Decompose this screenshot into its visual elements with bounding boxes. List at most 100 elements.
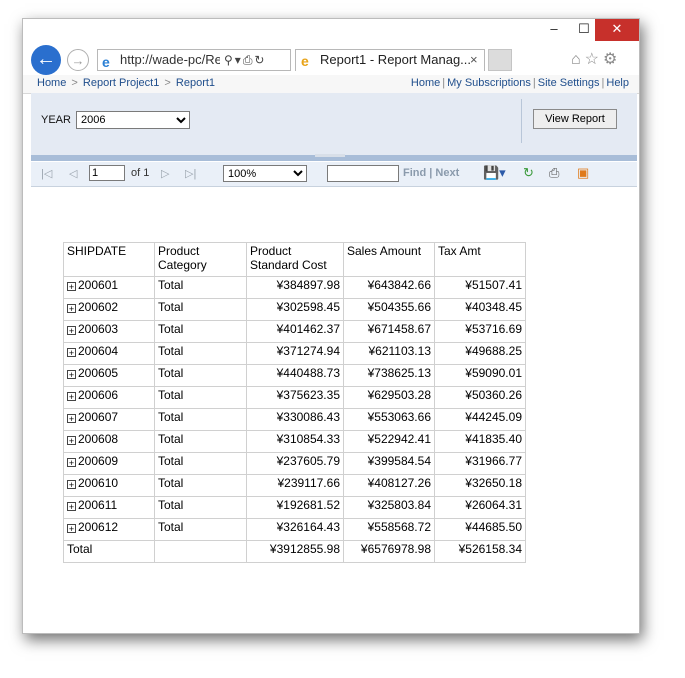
sales-cell: ¥408127.26 — [343, 474, 435, 497]
expand-icon[interactable]: + — [67, 282, 76, 292]
report-toolbar: |◁ ◁ of 1 ▷ ▷| 100% Find | Next 💾▾ ↻ ⎙ ▣ — [31, 162, 637, 187]
table-header-row: SHIPDATE Product Category Product Standa… — [63, 242, 526, 277]
expand-icon[interactable]: + — [67, 436, 76, 446]
zoom-select[interactable]: 100% — [223, 165, 307, 182]
save-export-icon[interactable]: 💾▾ — [483, 165, 506, 181]
next-link[interactable]: Next — [435, 167, 459, 179]
shipdate-cell: +200601 — [63, 276, 155, 299]
header-product-standard-cost: Product Standard Cost — [246, 242, 344, 277]
tax-cell: ¥32650.18 — [434, 474, 526, 497]
expand-icon[interactable]: + — [67, 414, 76, 424]
find-input[interactable] — [327, 165, 399, 182]
expand-icon[interactable]: + — [67, 392, 76, 402]
cost-cell: ¥302598.45 — [246, 298, 344, 321]
shipdate-value: 200605 — [78, 366, 119, 380]
breadcrumb-report[interactable]: Report1 — [176, 77, 215, 89]
total-cost: ¥3912855.98 — [246, 540, 344, 563]
sales-cell: ¥738625.13 — [343, 364, 435, 387]
breadcrumb-separator: > — [71, 77, 78, 89]
minimize-button[interactable]: – — [539, 19, 569, 41]
find-link[interactable]: Find — [403, 167, 426, 179]
shipdate-cell: +200603 — [63, 320, 155, 343]
favorites-star-icon[interactable]: ☆ — [585, 51, 603, 68]
header-product-category: Product Category — [154, 242, 247, 277]
category-cell: Total — [154, 298, 247, 321]
category-cell — [154, 540, 247, 563]
address-bar[interactable]: e http://wade-pc/Re ⚲▾⎙↻ — [97, 49, 291, 71]
table-row: +200603 Total ¥401462.37 ¥671458.67 ¥537… — [63, 320, 526, 343]
tax-cell: ¥44245.09 — [434, 408, 526, 431]
category-cell: Total — [154, 320, 247, 343]
parameter-panel: YEAR 2006 View Report — [31, 93, 637, 161]
category-cell: Total — [154, 276, 247, 299]
breadcrumb-home[interactable]: Home — [37, 77, 66, 89]
tax-cell: ¥26064.31 — [434, 496, 526, 519]
shipdate-value: 200609 — [78, 454, 119, 468]
view-report-button[interactable]: View Report — [533, 109, 617, 129]
collapse-handle[interactable] — [315, 154, 345, 157]
shipdate-value: 200604 — [78, 344, 119, 358]
my-subscriptions-link[interactable]: My Subscriptions — [447, 77, 531, 89]
find-separator: | — [429, 167, 433, 179]
link-separator: | — [532, 77, 536, 89]
sales-cell: ¥522942.41 — [343, 430, 435, 453]
back-button[interactable]: ← — [31, 45, 61, 75]
home-link[interactable]: Home — [411, 77, 440, 89]
expand-icon[interactable]: + — [67, 458, 76, 468]
browser-nav-bar: ← → e http://wade-pc/Re ⚲▾⎙↻ e Report1 -… — [23, 43, 639, 75]
new-tab-button[interactable] — [488, 49, 512, 71]
shipdate-value: 200601 — [78, 278, 119, 292]
expand-icon[interactable]: + — [67, 348, 76, 358]
category-cell: Total — [154, 518, 247, 541]
expand-icon[interactable]: + — [67, 370, 76, 380]
expand-icon[interactable]: + — [67, 326, 76, 336]
site-settings-link[interactable]: Site Settings — [538, 77, 600, 89]
sales-cell: ¥504355.66 — [343, 298, 435, 321]
previous-page-icon[interactable]: ◁ — [69, 167, 77, 180]
cost-cell: ¥326164.43 — [246, 518, 344, 541]
tax-cell: ¥44685.50 — [434, 518, 526, 541]
page-number-input[interactable] — [89, 165, 125, 181]
ie-logo-icon: e — [301, 53, 309, 69]
table-row: +200608 Total ¥310854.33 ¥522942.41 ¥418… — [63, 430, 526, 453]
address-tools-icon[interactable]: ⚲▾⎙↻ — [224, 50, 266, 70]
shipdate-cell: +200609 — [63, 452, 155, 475]
shipdate-cell: +200612 — [63, 518, 155, 541]
shipdate-cell: +200607 — [63, 408, 155, 431]
browser-tab[interactable]: e Report1 - Report Manag... × — [295, 49, 485, 71]
year-label: YEAR — [41, 114, 71, 126]
expand-icon[interactable]: + — [67, 502, 76, 512]
expand-icon[interactable]: + — [67, 480, 76, 490]
forward-button[interactable]: → — [67, 49, 89, 71]
next-page-icon[interactable]: ▷ — [161, 167, 169, 180]
cost-cell: ¥330086.43 — [246, 408, 344, 431]
atom-feed-icon[interactable]: ▣ — [577, 165, 589, 181]
last-page-icon[interactable]: ▷| — [185, 167, 196, 180]
breadcrumb-project[interactable]: Report Project1 — [83, 77, 159, 89]
first-page-icon[interactable]: |◁ — [41, 167, 52, 180]
shipdate-cell: +200605 — [63, 364, 155, 387]
category-cell: Total — [154, 496, 247, 519]
breadcrumb: Home > Report Project1 > Report1 — [37, 75, 215, 91]
print-icon[interactable]: ⎙ — [549, 165, 559, 181]
year-select[interactable]: 2006 — [76, 111, 190, 129]
shipdate-value: 200608 — [78, 432, 119, 446]
cost-cell: ¥237605.79 — [246, 452, 344, 475]
gear-icon[interactable]: ⚙ — [603, 51, 621, 68]
table-row: +200611 Total ¥192681.52 ¥325803.84 ¥260… — [63, 496, 526, 519]
shipdate-value: 200603 — [78, 322, 119, 336]
ie-logo-icon: e — [102, 54, 110, 70]
page-count: of 1 — [131, 167, 150, 179]
expand-icon[interactable]: + — [67, 524, 76, 534]
sales-cell: ¥553063.66 — [343, 408, 435, 431]
home-icon[interactable]: ⌂ — [571, 51, 585, 68]
tab-close-button[interactable]: × — [470, 50, 478, 70]
browser-right-icons: ⌂☆⚙ — [571, 49, 621, 69]
arrow-right-icon: → — [71, 53, 85, 68]
shipdate-cell: +200611 — [63, 496, 155, 519]
refresh-icon[interactable]: ↻ — [523, 165, 534, 181]
help-link[interactable]: Help — [606, 77, 629, 89]
close-button[interactable]: ✕ — [595, 19, 639, 41]
table-row: +200604 Total ¥371274.94 ¥621103.13 ¥496… — [63, 342, 526, 365]
expand-icon[interactable]: + — [67, 304, 76, 314]
